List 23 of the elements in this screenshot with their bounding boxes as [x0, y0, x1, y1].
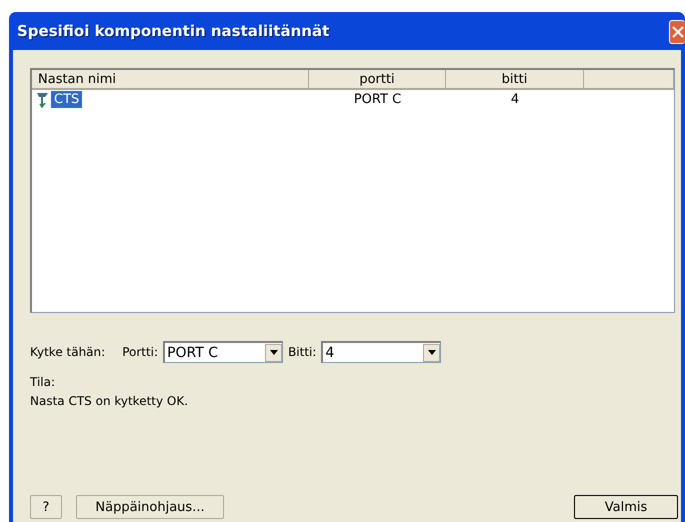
status-label: Tila:: [30, 375, 56, 389]
window-title: Spesifioi komponentin nastaliitännät: [17, 22, 330, 40]
column-header[interactable]: portti: [309, 70, 446, 90]
connect-label: Kytke tähän:: [30, 345, 106, 359]
close-button[interactable]: [669, 20, 685, 44]
port-label: Portti:: [122, 345, 158, 359]
port-dropdown[interactable]: PORT C: [163, 341, 284, 363]
pin-icon: [36, 92, 49, 108]
table-cell-text: 4: [510, 92, 520, 107]
done-button[interactable]: Valmis: [574, 495, 678, 519]
keyboard-control-button[interactable]: Näppäinohjaus...: [76, 495, 224, 519]
column-header[interactable]: [584, 70, 674, 90]
close-icon: [672, 26, 684, 38]
column-header[interactable]: bitti: [446, 70, 584, 90]
status-message: Nasta CTS on kytketty OK.: [30, 394, 190, 408]
bit-dropdown[interactable]: 4: [321, 341, 442, 363]
column-header[interactable]: Nastan nimi: [32, 70, 309, 90]
pin-name[interactable]: CTS: [51, 91, 82, 108]
table-cell-text: PORT C: [352, 92, 402, 107]
help-button[interactable]: ?: [30, 495, 62, 519]
dropdown-arrow-icon: [428, 350, 436, 355]
dropdown-arrow-icon: [270, 350, 278, 355]
bit-label: Bitti:: [288, 345, 316, 359]
